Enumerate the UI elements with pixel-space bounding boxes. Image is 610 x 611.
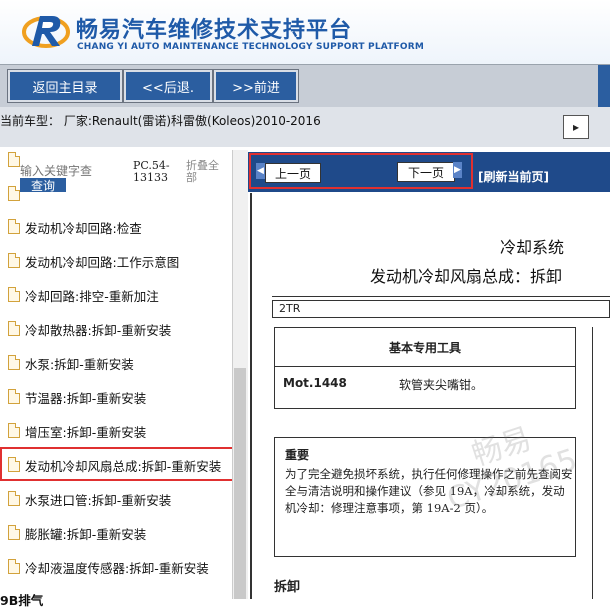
tree-item-label: 冷却回路:排空-重新加注 xyxy=(25,289,159,304)
tree-item-expansion-tank[interactable]: 膨胀罐:拆卸-重新安装 xyxy=(0,519,232,545)
document-icon xyxy=(8,559,20,574)
tree-item-label: 水泵:拆卸-重新安装 xyxy=(25,357,134,372)
document-icon xyxy=(8,219,20,234)
document-icon xyxy=(8,186,20,201)
navigation-bar: 返回主目录 <<后退. >>前进 xyxy=(0,64,610,108)
pc-code-label: PC.54-13133 xyxy=(133,159,170,184)
tree-item-label: 冷却散热器:拆卸-重新安装 xyxy=(25,323,172,338)
tree-item-label: 增压室:拆卸-重新安装 xyxy=(25,425,147,440)
tree-item-temp-sensor[interactable]: 冷却液温度传感器:拆卸-重新安装 xyxy=(0,553,232,579)
search-button[interactable]: 查询 xyxy=(20,178,66,193)
document-icon xyxy=(8,253,20,268)
model-info-bar: 当前车型： 厂家:Renault(雷诺)科雷傲(Koleos)2010-2016 xyxy=(0,107,610,147)
scroll-thumb[interactable] xyxy=(234,368,246,599)
doc-title: 冷却系统 xyxy=(500,238,565,257)
collapse-all-link[interactable]: 折叠全部 xyxy=(186,160,228,184)
app-title: 畅易汽车维修技术支持平台 xyxy=(76,18,353,43)
brand-logo-icon xyxy=(22,16,70,48)
app-header: 畅易汽车维修技术支持平台 CHANG YI AUTO MAINTENANCE T… xyxy=(0,0,610,64)
tree-item-label: 水泵进口管:拆卸-重新安装 xyxy=(25,493,172,508)
document-icon xyxy=(8,355,20,370)
app-subtitle: CHANG YI AUTO MAINTENANCE TECHNOLOGY SUP… xyxy=(77,42,425,52)
tree-item-label: 膨胀罐:拆卸-重新安装 xyxy=(25,527,147,542)
tree-item-water-pump[interactable]: 水泵:拆卸-重新安装 xyxy=(0,349,232,375)
tools-table: 基本专用工具 Mot.1448 软管夹尖嘴钳。 xyxy=(274,327,576,409)
tree-item-label: 节温器:拆卸-重新安装 xyxy=(25,391,147,406)
tool-code: Mot.1448 xyxy=(283,376,347,390)
panel-toggle-button[interactable]: ▸ xyxy=(563,115,589,139)
engine-code: 2TR xyxy=(272,300,610,318)
document-icon xyxy=(8,321,20,336)
tree-item-label: 发动机冷却回路:工作示意图 xyxy=(25,255,180,270)
tree-item-label: 9B排气 xyxy=(0,593,44,608)
document-icon xyxy=(8,491,20,506)
home-button[interactable]: 返回主目录 xyxy=(7,69,123,103)
refresh-page-link[interactable]: [刷新当前页] xyxy=(478,168,549,185)
doc-subtitle: 发动机冷却风扇总成：拆卸 xyxy=(370,267,563,286)
section-heading: 拆卸 xyxy=(274,580,301,595)
divider xyxy=(592,327,593,599)
tree-item-exhaust[interactable]: 9B排气 xyxy=(0,585,232,611)
notice-title: 重要 xyxy=(285,448,310,462)
document-icon xyxy=(8,287,20,302)
tree-item-cooling-check[interactable]: 发动机冷却回路:检查 xyxy=(0,213,232,239)
tree-item-drain-refill[interactable]: 冷却回路:排空-重新加注 xyxy=(0,281,232,307)
document-icon xyxy=(8,389,20,404)
tree-item-radiator[interactable]: 冷却散热器:拆卸-重新安装 xyxy=(0,315,232,341)
current-model-text: 当前车型： 厂家:Renault(雷诺)科雷傲(Koleos)2010-2016 xyxy=(0,114,321,128)
selected-item-highlight xyxy=(0,447,246,481)
pager-highlight xyxy=(249,153,473,189)
nav-edge xyxy=(598,65,610,107)
document-icon xyxy=(8,423,20,438)
tools-heading: 基本专用工具 xyxy=(275,328,575,367)
tree-item-pump-inlet[interactable]: 水泵进口管:拆卸-重新安装 xyxy=(0,485,232,511)
tree-item-label: 冷却液温度传感器:拆卸-重新安装 xyxy=(25,561,209,576)
tree-item-cooling-diagram[interactable]: 发动机冷却回路:工作示意图 xyxy=(0,247,232,273)
arrow-right-icon: ▸ xyxy=(572,120,580,134)
tree-item-label: 发动机冷却回路:检查 xyxy=(25,221,142,236)
document-icon xyxy=(8,525,20,540)
tree-item-thermostat[interactable]: 节温器:拆卸-重新安装 xyxy=(0,383,232,409)
tree-item-plenum[interactable]: 增压室:拆卸-重新安装 xyxy=(0,417,232,443)
divider xyxy=(272,296,610,297)
document-icon xyxy=(8,152,20,167)
tree-scrollbar[interactable] xyxy=(232,150,248,599)
tool-description: 软管夹尖嘴钳。 xyxy=(399,378,484,392)
back-button[interactable]: <<后退. xyxy=(123,69,213,103)
forward-button[interactable]: >>前进 xyxy=(213,69,299,103)
